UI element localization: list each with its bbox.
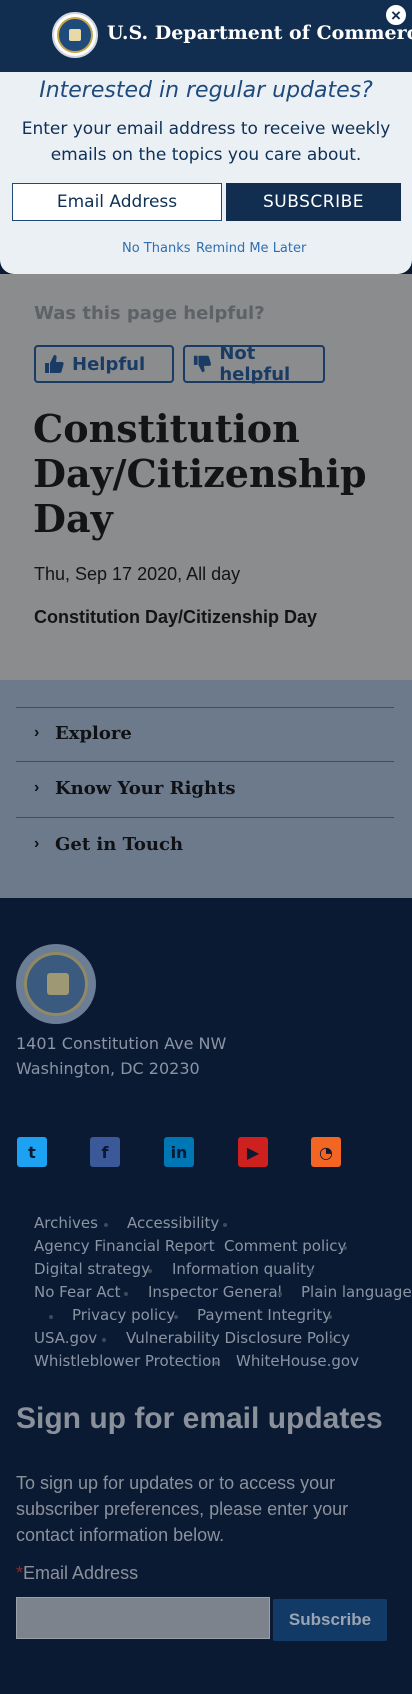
separator [328, 1315, 332, 1319]
popup-subscribe-button[interactable]: SUBSCRIBE [226, 183, 401, 221]
footer-link-accessibility[interactable]: Accessibility [127, 1214, 219, 1232]
footer-link-plain-language[interactable]: Plain language [301, 1283, 412, 1301]
footer-link-whistleblower-protection[interactable]: Whistleblower Protection [34, 1352, 221, 1370]
address-line-2: Washington, DC 20230 [16, 1059, 200, 1078]
seal-emblem [24, 952, 88, 1016]
separator [278, 1292, 282, 1296]
footer-link-inspector-general[interactable]: Inspector General [148, 1283, 282, 1301]
accordion-label: Get in Touch [55, 833, 184, 855]
no-thanks-link[interactable]: No Thanks [122, 241, 191, 256]
signup-heading: Sign up for email updates [16, 1402, 383, 1435]
accordion-label: Know Your Rights [55, 777, 236, 799]
accordion-label: Explore [55, 722, 132, 744]
signup-email-label: *Email Address [16, 1563, 138, 1584]
facebook-icon[interactable]: f [90, 1137, 120, 1167]
helpful-label: Helpful [72, 353, 146, 375]
separator [124, 1292, 128, 1296]
footer-link-agency-financial-report[interactable]: Agency Financial Report [34, 1237, 215, 1255]
footer-link-comment-policy[interactable]: Comment policy [224, 1237, 346, 1255]
popup-description: Enter your email address to receive week… [21, 119, 391, 165]
remind-later-link[interactable]: Remind Me Later [196, 241, 306, 256]
separator [223, 1223, 227, 1227]
thumbs-up-icon [45, 355, 64, 373]
chevron-right-icon: › [34, 724, 40, 741]
separator [214, 1361, 218, 1365]
separator [104, 1223, 108, 1227]
popup-heading: Interested in regular updates? [39, 78, 373, 103]
separator [201, 1246, 205, 1250]
site-header: U.S. Department of Commerce [0, 0, 412, 72]
commerce-seal-logo[interactable] [52, 12, 98, 58]
footer-link-usa-gov[interactable]: USA.gov [34, 1329, 97, 1347]
not-helpful-button[interactable]: Not helpful [183, 343, 325, 385]
separator [330, 1338, 334, 1342]
close-icon[interactable]: × [383, 2, 409, 28]
footer-link-digital-strategy[interactable]: Digital strategy [34, 1260, 150, 1278]
helpful-button[interactable]: Helpful [34, 345, 174, 383]
commerce-seal-footer-logo[interactable] [16, 944, 96, 1024]
seal-emblem [57, 17, 93, 53]
separator [309, 1269, 313, 1273]
footer-link-archives[interactable]: Archives [34, 1214, 98, 1232]
thumbs-down-icon [193, 355, 211, 373]
separator [174, 1315, 178, 1319]
separator [343, 1246, 347, 1250]
footer-link-privacy-policy[interactable]: Privacy policy [72, 1306, 175, 1324]
signup-subscribe-button[interactable]: Subscribe [273, 1599, 387, 1641]
footer-link-whitehouse-gov[interactable]: WhiteHouse.gov [236, 1352, 359, 1370]
popup-email-input[interactable] [12, 183, 222, 221]
linkedin-icon[interactable]: in [164, 1137, 194, 1167]
feedback-question: Was this page helpful? [34, 303, 265, 324]
chevron-right-icon: › [34, 835, 40, 852]
required-marker: * [16, 1563, 24, 1583]
separator [102, 1338, 106, 1342]
event-name: Constitution Day/Citizenship Day [34, 607, 318, 627]
signup-email-input[interactable] [16, 1597, 270, 1639]
youtube-icon[interactable]: ▶ [238, 1137, 268, 1167]
footer-link-vulnerability-disclosure-policy[interactable]: Vulnerability Disclosure Policy [126, 1329, 350, 1347]
accordion-get-in-touch[interactable]: › Get in Touch [16, 818, 394, 870]
event-date: Thu, Sep 17 2020, All day [34, 564, 241, 584]
accordion-know-your-rights[interactable]: › Know Your Rights [16, 762, 394, 814]
separator [148, 1269, 152, 1273]
address-line-1: 1401 Constitution Ave NW [16, 1034, 227, 1053]
page-title: Constitution Day/Citizenship Day [33, 406, 367, 541]
not-helpful-label: Not helpful [219, 343, 291, 385]
site-title[interactable]: U.S. Department of Commerce [107, 22, 412, 44]
signup-email-label-text: Email Address [23, 1563, 139, 1583]
signup-description: To sign up for updates or to access your… [16, 1473, 349, 1545]
footer-link-information-quality[interactable]: Information quality [172, 1260, 315, 1278]
separator [49, 1315, 53, 1319]
twitter-icon[interactable]: t [17, 1137, 47, 1167]
accordion-explore[interactable]: › Explore [16, 707, 394, 759]
footer-link-payment-integrity[interactable]: Payment Integrity [197, 1306, 331, 1324]
rss-icon[interactable]: ◔ [311, 1137, 341, 1167]
footer-link-no-fear-act[interactable]: No Fear Act [34, 1283, 120, 1301]
chevron-right-icon: › [34, 779, 40, 796]
